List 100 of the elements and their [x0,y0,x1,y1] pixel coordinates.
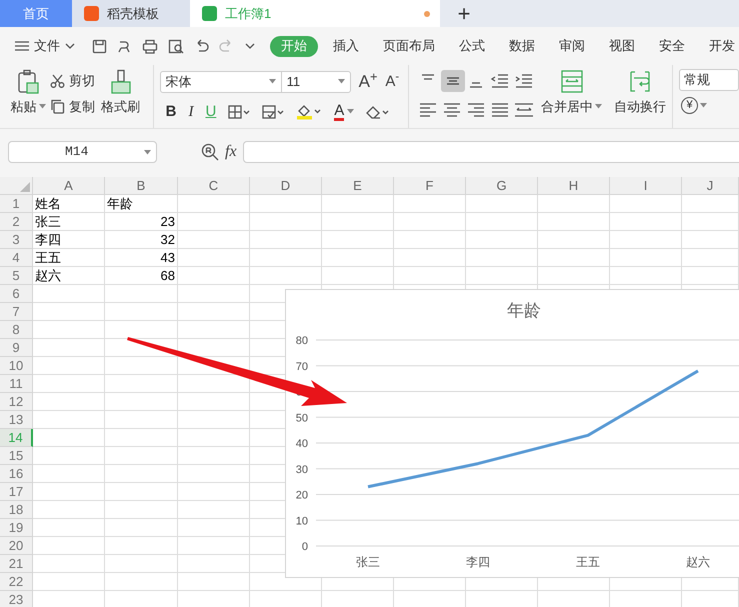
number-format-field[interactable]: 常规 [679,69,739,91]
row-header[interactable]: 17 [0,483,33,501]
align-middle-icon[interactable] [440,70,465,92]
paintbrush-icon[interactable] [108,69,132,95]
print-icon[interactable] [142,38,158,54]
row-header[interactable]: 22 [0,573,33,591]
column-header[interactable]: D [250,177,322,195]
column-header[interactable]: H [538,177,610,195]
menu-icon[interactable] [14,40,30,52]
borders-icon[interactable] [228,104,250,119]
row-header[interactable]: 11 [0,375,33,393]
row-header[interactable]: 20 [0,537,33,555]
cut-button[interactable]: 剪切 [50,71,95,90]
row-header[interactable]: 6 [0,285,33,303]
row-header[interactable]: 15 [0,447,33,465]
table-cell[interactable]: 张三 [33,213,104,230]
axis-tick-label: 0 [302,541,308,553]
row-header[interactable]: 23 [0,591,33,607]
row-header[interactable]: 9 [0,339,33,357]
ribbon-tab[interactable]: 开发 [709,36,735,56]
table-cell[interactable]: 23 [105,213,177,230]
ribbon-tab[interactable]: 页面布局 [383,36,435,56]
formula-input[interactable] [242,141,739,163]
copy-icon[interactable] [50,98,65,114]
caret-icon[interactable] [338,79,345,84]
zoom-icon[interactable] [201,143,219,161]
table-cell[interactable]: 32 [105,231,177,248]
document-tab[interactable]: 稻壳模板 [72,0,190,27]
column-header[interactable]: C [178,177,250,195]
row-header[interactable]: 16 [0,465,33,483]
grow-font-button[interactable]: A$^{+}$ [358,69,378,94]
dropdown-icon[interactable] [244,41,256,51]
row-header[interactable]: 21 [0,555,33,573]
scissors-icon[interactable] [50,74,65,88]
row-header[interactable]: 8 [0,321,33,339]
column-header[interactable]: J [682,177,739,195]
row-header[interactable]: 10 [0,357,33,375]
table-cell[interactable]: 王五 [33,249,104,266]
logo-icon [84,6,99,21]
table-cell[interactable]: 年龄 [105,195,177,212]
column-header[interactable]: G [466,177,538,195]
row-header[interactable]: 5 [0,267,33,285]
ribbon-tab[interactable]: 插入 [333,36,359,56]
new-tab-button[interactable]: + [440,0,488,27]
row-header[interactable]: 18 [0,501,33,519]
table-cell[interactable]: 43 [105,249,177,266]
column-header[interactable]: I [610,177,682,195]
wrap-text-button[interactable]: 自动换行 [614,69,666,128]
row-header[interactable]: 4 [0,249,33,267]
function-label[interactable]: fx [225,140,237,164]
category-label: 王五 [576,555,600,569]
clipboard-icon[interactable] [16,69,40,95]
format-painter-button[interactable]: 格式刷 [101,69,140,128]
table-cell[interactable]: 姓名 [33,195,104,212]
merge-center-button[interactable]: 合并居中 [541,69,602,128]
row-header[interactable]: 19 [0,519,33,537]
row-header[interactable]: 7 [0,303,33,321]
column-header[interactable]: A [33,177,105,195]
row-header[interactable]: 1 [0,195,33,213]
column-header[interactable]: B [105,177,178,195]
axis-tick-label: 10 [296,515,308,528]
italic-button[interactable]: I [188,100,194,123]
line-chart[interactable]: 0 10 20 30 40 50 70 80 张三 李四 王五 赵六 年龄 [285,289,739,578]
table-cell[interactable]: 李四 [33,231,104,248]
table-cell[interactable]: 68 [105,267,177,284]
caret-icon[interactable] [595,104,602,110]
ribbon-tab[interactable]: 数据 [509,36,535,56]
caret-icon[interactable] [38,104,46,110]
file-menu[interactable]: 文件 [34,36,60,56]
row-header[interactable]: 3 [0,231,33,249]
distribute-icon[interactable] [513,102,536,118]
column-header[interactable]: E [322,177,394,195]
caret-icon[interactable] [268,79,276,84]
caret-icon[interactable] [144,150,151,154]
ribbon-tab[interactable]: 安全 [659,36,685,56]
caret-icon[interactable] [700,103,707,108]
row-header[interactable]: 13 [0,411,33,429]
column-header[interactable]: F [394,177,466,195]
table-cell[interactable]: 赵六 [33,267,104,284]
currency-button[interactable]: ¥ [681,97,739,114]
chevron-down-icon[interactable] [64,42,76,50]
eraser-icon[interactable] [366,104,390,119]
ribbon-tab[interactable]: 审阅 [559,36,585,56]
paste-button[interactable]: 粘贴 [12,69,44,128]
bold-button[interactable]: B [166,100,176,123]
name-box[interactable]: M14 [8,141,157,163]
shrink-font-button[interactable]: A$^{-}$ [385,70,400,93]
cell-style-icon[interactable] [262,104,284,119]
fill-color-icon[interactable] [296,104,322,120]
font-name-field[interactable]: 宋体 [160,70,282,93]
ribbon-tab[interactable]: 公式 [459,36,485,56]
font-color-button[interactable]: A [334,102,354,121]
save-icon[interactable] [92,38,107,54]
copy-button[interactable]: 复制 [50,96,95,116]
caret-icon[interactable] [347,109,354,114]
ribbon-tab[interactable]: 视图 [609,36,635,56]
print-preview-icon[interactable] [168,38,184,54]
row-header[interactable]: 2 [0,213,33,231]
row-header[interactable]: 12 [0,393,33,411]
font-size-field[interactable]: 11 [280,70,351,93]
